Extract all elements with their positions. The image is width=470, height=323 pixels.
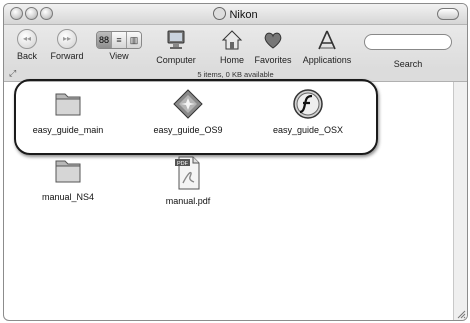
disk-icon — [213, 7, 227, 20]
pdf-document-icon: PDF — [175, 156, 200, 190]
computer-button[interactable]: Computer — [154, 29, 198, 65]
os9-installer-icon — [173, 89, 203, 119]
heart-icon — [264, 32, 282, 49]
file-item[interactable]: manual_NS4 — [18, 155, 118, 202]
folder-icon — [55, 160, 81, 183]
computer-icon — [167, 30, 185, 49]
file-item[interactable]: easy_guide_main — [18, 88, 118, 135]
home-button[interactable]: Home — [217, 29, 247, 65]
forward-arrow-icon: ▸▸ — [57, 29, 77, 49]
applications-button[interactable]: Applications — [299, 29, 355, 65]
toolbar: ◂◂ Back ▸▸ Forward 88 ≡ ▥ View Computer — [4, 25, 467, 69]
icon-view-button[interactable]: 88 — [97, 32, 112, 48]
home-icon — [221, 30, 243, 50]
window-title: Nikon — [4, 7, 467, 21]
forward-button[interactable]: ▸▸ Forward — [44, 29, 90, 61]
back-button[interactable]: ◂◂ Back — [10, 29, 44, 61]
file-item[interactable]: easy_guide_OSX — [258, 88, 358, 135]
finder-window: Nikon ◂◂ Back ▸▸ Forward 88 ≡ ▥ View Com… — [3, 3, 468, 321]
title-bar: Nikon — [4, 4, 467, 25]
file-item[interactable]: easy_guide_OS9 — [138, 88, 238, 135]
vertical-scrollbar[interactable] — [453, 82, 467, 320]
resize-grip-icon[interactable] — [456, 309, 466, 319]
file-item[interactable]: PDF manual.pdf — [138, 155, 238, 206]
back-arrow-icon: ◂◂ — [17, 29, 37, 49]
toolbar-toggle-button[interactable] — [437, 8, 459, 20]
flash-app-icon — [293, 89, 323, 119]
list-view-button[interactable]: ≡ — [112, 32, 127, 48]
applications-icon — [318, 30, 336, 50]
toolbar-resize-icon[interactable]: ⤢ — [9, 68, 16, 79]
view-control[interactable]: 88 ≡ ▥ View — [94, 29, 144, 61]
pdf-badge: PDF — [177, 161, 189, 167]
favorites-button[interactable]: Favorites — [251, 29, 295, 65]
column-view-button[interactable]: ▥ — [127, 32, 141, 48]
view-mode-segmented[interactable]: 88 ≡ ▥ — [96, 31, 142, 49]
search-control: Search — [362, 29, 454, 69]
search-input[interactable] — [364, 34, 452, 50]
folder-icon — [55, 93, 81, 116]
